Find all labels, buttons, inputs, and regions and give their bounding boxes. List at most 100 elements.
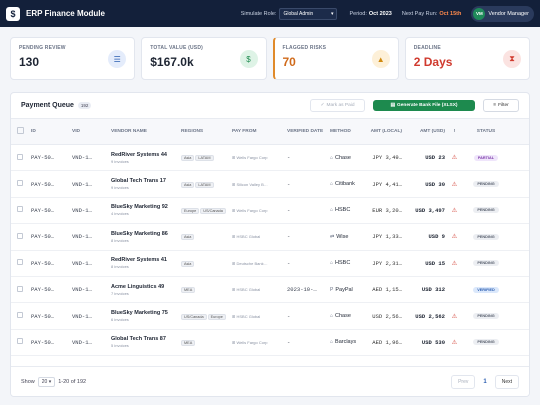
table-body: PAY-50… VND-1… RedRiver Systems 44 9 invoic…: [11, 145, 529, 357]
period-value: Oct 2023: [368, 10, 392, 17]
region-tag: Asia: [181, 181, 195, 188]
vendor-name[interactable]: Global Tech Trans 87: [111, 336, 177, 342]
col-vendor-name[interactable]: VENDOR NAME: [109, 129, 179, 134]
range-text: 1-20 of 192: [58, 378, 87, 385]
pay-from-account: HSBC Global: [236, 313, 261, 319]
amount-local: EUR 3,20…: [372, 206, 402, 214]
next-pay-value: Oct 15th: [439, 10, 462, 17]
generate-bank-file-button[interactable]: ▤ Generate Bank File (XLSX): [373, 100, 475, 111]
vendor-name[interactable]: Acme Linguistics 49: [111, 284, 177, 290]
payment-id: PAY-50…: [31, 154, 55, 162]
payment-id: PAY-50…: [31, 338, 55, 346]
mark-as-paid-button[interactable]: ✓ Mark as Paid: [310, 99, 365, 112]
vendor-id: VND-1…: [72, 180, 92, 188]
user-menu[interactable]: VM Vendor Manager: [471, 5, 534, 22]
table-row[interactable]: PAY-50… VND-1… Acme Linguistics 49 7 invoic…: [11, 277, 529, 304]
table-row[interactable]: PAY-50… VND-1… BlueSky Marketing 92 4 invoi…: [11, 198, 529, 225]
table-row[interactable]: PAY-50… VND-1… RedRiver Systems 44 9 invoic…: [11, 145, 529, 172]
table-row[interactable]: PAY-50… VND-1… BlueSky Marketing 75 6 invoi…: [11, 303, 529, 330]
vendor-name[interactable]: RedRiver Systems 44: [111, 152, 177, 158]
vendor-id: VND-1…: [72, 259, 92, 267]
row-checkbox[interactable]: [17, 206, 23, 213]
region-tag: Asia: [181, 155, 195, 162]
row-checkbox[interactable]: [17, 259, 23, 266]
row-checkbox[interactable]: [17, 312, 23, 319]
filter-label: Filter: [498, 103, 509, 108]
vendor-name[interactable]: RedRiver Systems 41: [111, 257, 177, 263]
pay-from-account: Wells Fargo Corp: [236, 155, 268, 161]
invoice-count: 5 invoices: [111, 343, 129, 349]
select-all-checkbox[interactable]: [17, 127, 24, 134]
show-label: Show: [21, 378, 35, 385]
filter-button[interactable]: ≡ Filter: [483, 99, 519, 112]
invoice-count: 7 invoices: [111, 290, 129, 296]
vendor-name[interactable]: Global Tech Trans 17: [111, 178, 177, 184]
page-size-select[interactable]: 20 ▾: [37, 376, 56, 387]
file-icon: ▤: [390, 103, 396, 108]
mark-paid-label: Mark as Paid: [326, 103, 355, 108]
amount-usd: USD 23: [425, 154, 445, 162]
status-badge: VERIFIED: [473, 286, 499, 293]
payment-id: PAY-50…: [31, 312, 55, 320]
row-checkbox[interactable]: [17, 180, 23, 187]
verified-date: 2023-10-…: [287, 286, 317, 294]
check-icon: ✓: [320, 103, 325, 108]
kpi-total-value: TOTAL VALUE (USD) $167.0k $: [141, 37, 267, 80]
region-tag: Asia: [181, 234, 195, 241]
role-select[interactable]: Global Admin ▾: [279, 7, 338, 20]
bank-icon: ⌂: [330, 207, 334, 214]
warning-icon: ▲: [371, 50, 390, 68]
table-row[interactable]: PAY-50… VND-1… Global Tech Trans 17 9 invoi…: [11, 171, 529, 198]
app-title: ERP Finance Module: [26, 9, 105, 18]
top-bar: $ ERP Finance Module Simulate Role: Glob…: [0, 0, 540, 27]
amount-local: USD 2,56…: [372, 312, 402, 320]
payment-method: Chase: [335, 313, 351, 320]
amount-local: JPY 4,41…: [372, 180, 402, 188]
payment-method: HSBC: [335, 260, 351, 267]
vendor-name[interactable]: BlueSky Marketing 86: [111, 231, 177, 237]
amount-usd: USD 530: [421, 338, 445, 346]
page-number[interactable]: 1: [483, 379, 486, 385]
row-checkbox[interactable]: [17, 153, 23, 160]
col-id[interactable]: ID: [29, 129, 70, 134]
col-status[interactable]: STATUS: [462, 129, 510, 134]
money-bill-icon: $: [239, 50, 258, 68]
table-row[interactable]: PAY-50… VND-1… Global Tech Trans 87 5 invoi…: [11, 330, 529, 357]
warning-icon: ⚠: [451, 234, 458, 241]
kpi-label: FLAGGED RISKS: [282, 45, 327, 51]
table-row[interactable]: PAY-50… VND-1… BlueSky Marketing 86 8 invoi…: [11, 224, 529, 251]
invoice-count: 8 invoices: [111, 237, 129, 243]
chevron-down-icon: ▾: [48, 378, 52, 385]
row-checkbox[interactable]: [17, 285, 23, 292]
col-method[interactable]: METHOD: [328, 129, 368, 134]
row-checkbox[interactable]: [17, 338, 23, 345]
bank-icon: ⌂: [330, 339, 334, 346]
row-checkbox[interactable]: [17, 232, 23, 239]
role-value: Global Admin: [283, 10, 314, 17]
vendor-name[interactable]: BlueSky Marketing 75: [111, 310, 177, 316]
bank-icon: ⌂: [330, 313, 334, 320]
table-row[interactable]: PAY-50… VND-1… RedRiver Systems 41 8 invoic…: [11, 251, 529, 277]
next-pay-label: Next Pay Run:: [401, 10, 438, 17]
next-button[interactable]: Next: [494, 374, 519, 389]
payment-id: PAY-50…: [31, 233, 55, 241]
col-amt-usd[interactable]: AMT (USD): [404, 129, 447, 134]
col-risk[interactable]: !: [447, 129, 462, 134]
vendor-name[interactable]: BlueSky Marketing 92: [111, 204, 177, 210]
col-pay-from[interactable]: PAY FROM: [230, 129, 285, 134]
col-amt-local[interactable]: AMT (LOCAL): [368, 129, 404, 135]
kpi-pending-review: PENDING REVIEW 130 ☰: [10, 37, 136, 80]
pay-from-account: Wells Fargo Corp: [236, 207, 268, 213]
region-tag: Europe: [207, 313, 226, 320]
vendor-id: VND-1…: [72, 154, 92, 162]
status-badge: PENDING: [473, 181, 499, 188]
prev-button[interactable]: Prev: [451, 374, 476, 389]
user-name: Vendor Manager: [488, 10, 529, 17]
col-verified-date[interactable]: VERIFIED DATE: [285, 129, 328, 135]
col-vid[interactable]: VID: [70, 129, 109, 134]
generate-label: Generate Bank File (XLSX): [397, 103, 458, 108]
verified-date: -: [287, 312, 291, 320]
col-regions[interactable]: REGIONS: [179, 129, 230, 134]
payment-id: PAY-50…: [31, 180, 55, 188]
warning-icon: ⚠: [451, 313, 458, 320]
